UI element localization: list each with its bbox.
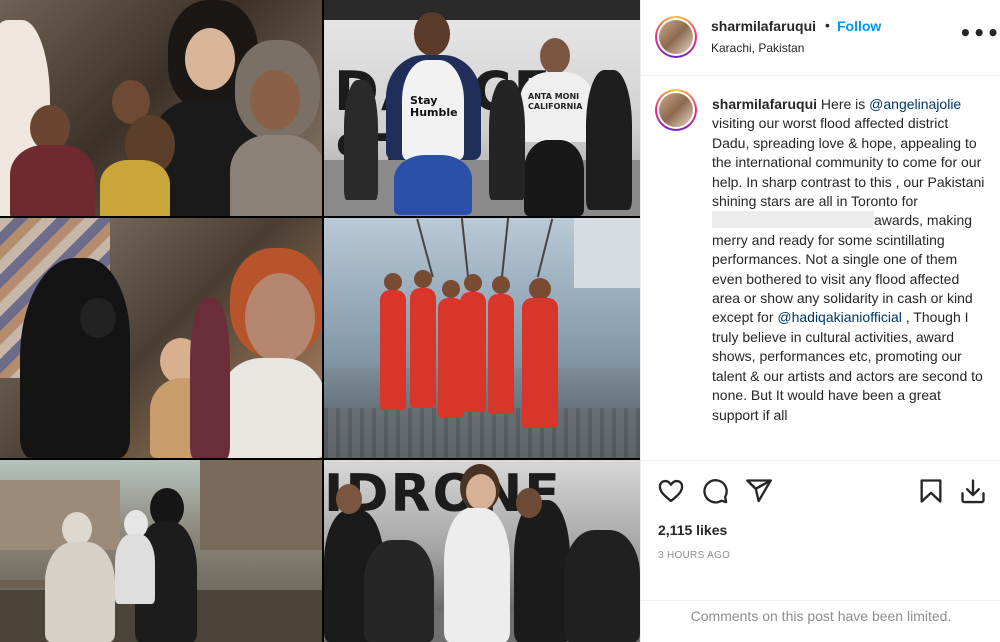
post-details-panel: sharmilafaruqui • Follow Karachi, Pakist…: [640, 0, 1000, 642]
post-actions: 2,115 likes 3 HOURS AGO: [641, 460, 1000, 600]
collage-photo-dance-studio: DANCE ST Stay Humble ANTA MONI CALIFORNI…: [324, 0, 640, 216]
caption-section: sharmilafaruqui Here is @angelinajolie v…: [641, 77, 1000, 460]
mention-link[interactable]: @hadiqakianiofficial: [777, 309, 901, 325]
collage-photo-edgewalk: [324, 218, 640, 458]
separator-dot: •: [825, 17, 830, 33]
author-username[interactable]: sharmilafaruqui: [711, 18, 816, 34]
collage-photo-studio-group: IDRONE: [324, 460, 640, 642]
comment-icon[interactable]: [701, 477, 729, 505]
post-timestamp[interactable]: 3 HOURS AGO: [658, 550, 730, 561]
shirt-print-text: Stay Humble: [410, 94, 458, 119]
avatar-image: [659, 93, 693, 127]
post-header: sharmilafaruqui • Follow Karachi, Pakist…: [641, 0, 1000, 76]
caption-text: , Though I truly believe in cultural act…: [712, 309, 983, 423]
avatar-image: [659, 20, 693, 54]
post-caption: sharmilafaruqui Here is @angelinajolie v…: [712, 95, 987, 425]
heart-icon[interactable]: [657, 477, 685, 505]
post-image-collage[interactable]: DANCE ST Stay Humble ANTA MONI CALIFORNI…: [0, 0, 640, 642]
more-options-icon[interactable]: •••: [959, 23, 999, 44]
collage-photo-visit: [0, 0, 322, 216]
caption-text: Here is: [817, 96, 870, 112]
collage-photo-flood-area: [0, 460, 322, 642]
follow-button[interactable]: Follow: [837, 18, 881, 34]
likes-count[interactable]: 2,115 likes: [658, 522, 727, 538]
send-icon[interactable]: [745, 477, 773, 505]
caption-username[interactable]: sharmilafaruqui: [712, 96, 817, 112]
shirt-print-text-2: ANTA MONI CALIFORNIA: [528, 92, 583, 111]
download-icon[interactable]: [959, 477, 987, 505]
caption-text: visiting our worst flood affected distri…: [712, 115, 985, 210]
caption-author-avatar[interactable]: [655, 89, 697, 131]
collage-photo-elderly-woman: [0, 218, 322, 458]
bookmark-icon[interactable]: [917, 477, 945, 505]
author-avatar[interactable]: [655, 16, 697, 58]
redacted-text-block: [712, 211, 874, 229]
mention-link[interactable]: @angelinajolie: [869, 96, 961, 112]
comments-limited-notice: Comments on this post have been limited.: [641, 600, 1000, 642]
post-location[interactable]: Karachi, Pakistan: [711, 41, 804, 55]
